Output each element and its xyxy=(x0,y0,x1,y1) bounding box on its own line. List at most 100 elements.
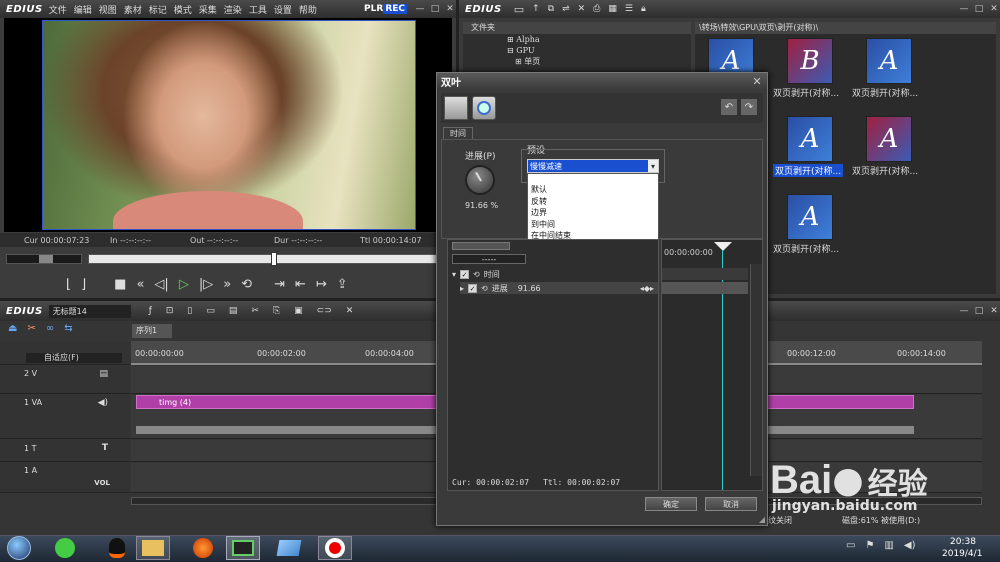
menu-item-8[interactable]: 工具 xyxy=(249,3,267,16)
keyframe-graph[interactable]: 00:00:00:00 xyxy=(661,239,763,491)
timeline-minimize-icon[interactable]: — xyxy=(958,305,970,317)
tree-collapse-icon[interactable]: ⊟ xyxy=(507,46,516,55)
volume-icon[interactable]: ◀) xyxy=(904,540,916,551)
preset-option[interactable]: 边界 xyxy=(528,207,658,219)
position-bar[interactable] xyxy=(88,252,450,266)
delete-icon[interactable]: ✕ xyxy=(578,4,586,14)
menu-item-5[interactable]: 模式 xyxy=(174,3,192,16)
kf-slider[interactable] xyxy=(452,242,510,250)
tree-row-progress[interactable]: ▸ ✓ ⟲ 进展 91.66 ◂◆▸ xyxy=(460,282,658,294)
menu-item-4[interactable]: 标记 xyxy=(149,3,167,16)
menu-item-1[interactable]: 编辑 xyxy=(74,3,92,16)
preset-dropdown[interactable]: 慢慢减速 ▾ xyxy=(527,159,659,173)
preset-option[interactable]: 反转 xyxy=(528,196,658,208)
track-lock-icon[interactable]: ▤ xyxy=(99,369,108,379)
capture-icon[interactable]: ⊡ xyxy=(166,306,174,316)
new-icon[interactable]: ▯ xyxy=(187,306,192,316)
link-toggle-icon[interactable]: ∞ xyxy=(46,323,54,334)
razor-icon[interactable]: ✂ xyxy=(27,323,35,334)
timeline-close-icon[interactable]: ✕ xyxy=(988,305,1000,317)
taskbar-explorer-icon[interactable] xyxy=(136,536,170,560)
tree-item-single[interactable]: ⊞ 单页 xyxy=(463,56,691,67)
bin-minimize-icon[interactable]: — xyxy=(958,3,970,15)
expand-icon[interactable]: ▸ xyxy=(460,284,464,293)
export-icon[interactable]: ⇪ xyxy=(337,277,348,292)
kf-combo[interactable]: ----- xyxy=(452,254,526,264)
battery-icon[interactable]: ▭ xyxy=(846,540,855,551)
clip-thumbnail-4[interactable]: A xyxy=(787,116,833,162)
palette-icon[interactable] xyxy=(444,96,468,120)
kf-scrollbar[interactable] xyxy=(750,264,762,476)
add-clip-icon[interactable]: ⧉ xyxy=(548,4,554,14)
taskbar-360-icon[interactable] xyxy=(48,536,82,560)
sync-icon[interactable]: ⇆ xyxy=(64,323,72,334)
insert-icon[interactable]: ⇥ xyxy=(274,277,285,292)
cut-icon[interactable]: ✂ xyxy=(251,306,259,316)
loop-toggle-icon[interactable]: ⟲ xyxy=(473,270,480,279)
timeline-maximize-icon[interactable]: □ xyxy=(973,305,985,317)
tree-item-gpu[interactable]: ⊟ GPU xyxy=(463,45,691,56)
minimize-icon[interactable]: — xyxy=(414,3,426,15)
plr-indicator[interactable]: PLR xyxy=(364,4,383,14)
maximize-icon[interactable]: □ xyxy=(429,3,441,15)
collapse-icon[interactable]: ▾ xyxy=(452,270,456,279)
mode-icon[interactable]: ⏏ xyxy=(8,323,17,334)
clip-thumbnail-3[interactable]: A xyxy=(866,38,912,84)
menu-item-7[interactable]: 渲染 xyxy=(224,3,242,16)
clock-time[interactable]: 20:38 xyxy=(950,537,976,547)
checkbox-progress[interactable]: ✓ xyxy=(468,283,478,293)
sort-icon[interactable]: ⇌ xyxy=(562,4,570,14)
kf-playhead-marker[interactable] xyxy=(714,242,732,251)
network-icon[interactable]: ▥ xyxy=(884,540,893,551)
view-icon[interactable]: ▦ xyxy=(608,4,617,14)
list-icon[interactable]: ☰ xyxy=(625,4,633,14)
clip-label-4[interactable]: 双页剥开(对称... xyxy=(773,164,844,177)
menu-item-10[interactable]: 帮助 xyxy=(299,3,317,16)
fast-forward-icon[interactable]: » xyxy=(223,277,231,292)
folder-icon[interactable]: ▭ xyxy=(514,3,524,16)
shuttle-handle[interactable] xyxy=(39,255,53,263)
close-icon[interactable]: ✕ xyxy=(444,3,456,15)
ripple-delete-icon[interactable]: ✕ xyxy=(346,306,354,316)
overwrite-icon[interactable]: ⇤ xyxy=(295,277,306,292)
link-icon[interactable]: ⊂⊃ xyxy=(317,306,332,316)
tree-expand-icon[interactable]: ⊞ xyxy=(515,57,524,66)
playhead-marker[interactable] xyxy=(271,252,277,266)
tree-item-alpha[interactable]: ⊞ Alpha xyxy=(463,34,691,45)
taskbar-record-icon[interactable] xyxy=(318,536,352,560)
fx-icon[interactable]: ƒ xyxy=(149,306,152,316)
taskbar-firefox-icon[interactable] xyxy=(186,536,220,560)
clip-thumbnail-5[interactable]: A xyxy=(866,116,912,162)
dialog-close-icon[interactable]: ✕ xyxy=(751,75,763,88)
taskbar-app-icon[interactable] xyxy=(272,536,306,560)
step-back-icon[interactable]: ◁| xyxy=(154,277,168,292)
preset-option[interactable]: 到中间 xyxy=(528,219,658,231)
set-in-icon[interactable]: ⌊ xyxy=(66,277,71,292)
play-icon[interactable]: ▷ xyxy=(179,277,189,292)
resize-grip-icon[interactable]: ◢ xyxy=(759,515,765,524)
split-icon[interactable]: ↦ xyxy=(316,277,327,292)
clip-thumbnail-6[interactable]: A xyxy=(787,194,833,240)
stop-icon[interactable]: ■ xyxy=(114,277,126,292)
up-icon[interactable]: ↑ xyxy=(532,4,540,14)
flag-icon[interactable]: ⚑ xyxy=(865,540,874,551)
bin-maximize-icon[interactable]: □ xyxy=(973,3,985,15)
project-name[interactable]: 无标题14 xyxy=(48,304,131,318)
title-icon[interactable]: T xyxy=(102,443,108,453)
shuttle-slider[interactable] xyxy=(6,254,82,264)
cancel-button[interactable]: 取消 xyxy=(705,497,757,511)
copy-icon[interactable]: ⎘ xyxy=(273,306,280,316)
menu-item-3[interactable]: 素材 xyxy=(124,3,142,16)
undo-icon[interactable]: ↶ xyxy=(721,99,737,115)
taskbar-qq-icon[interactable] xyxy=(100,536,134,560)
loop-toggle-icon[interactable]: ⟲ xyxy=(481,284,488,293)
stopwatch-icon[interactable] xyxy=(472,96,496,120)
start-button[interactable] xyxy=(2,536,36,560)
dropdown-arrow-icon[interactable]: ▾ xyxy=(648,160,658,172)
vol-label[interactable]: VOL xyxy=(94,479,110,487)
preset-option[interactable]: 默认 xyxy=(528,184,658,196)
menu-item-6[interactable]: 采集 xyxy=(199,3,217,16)
taskbar-edius-icon[interactable] xyxy=(226,536,260,560)
lock-icon[interactable]: 🔒︎ xyxy=(641,4,646,14)
ok-button[interactable]: 确定 xyxy=(645,497,697,511)
